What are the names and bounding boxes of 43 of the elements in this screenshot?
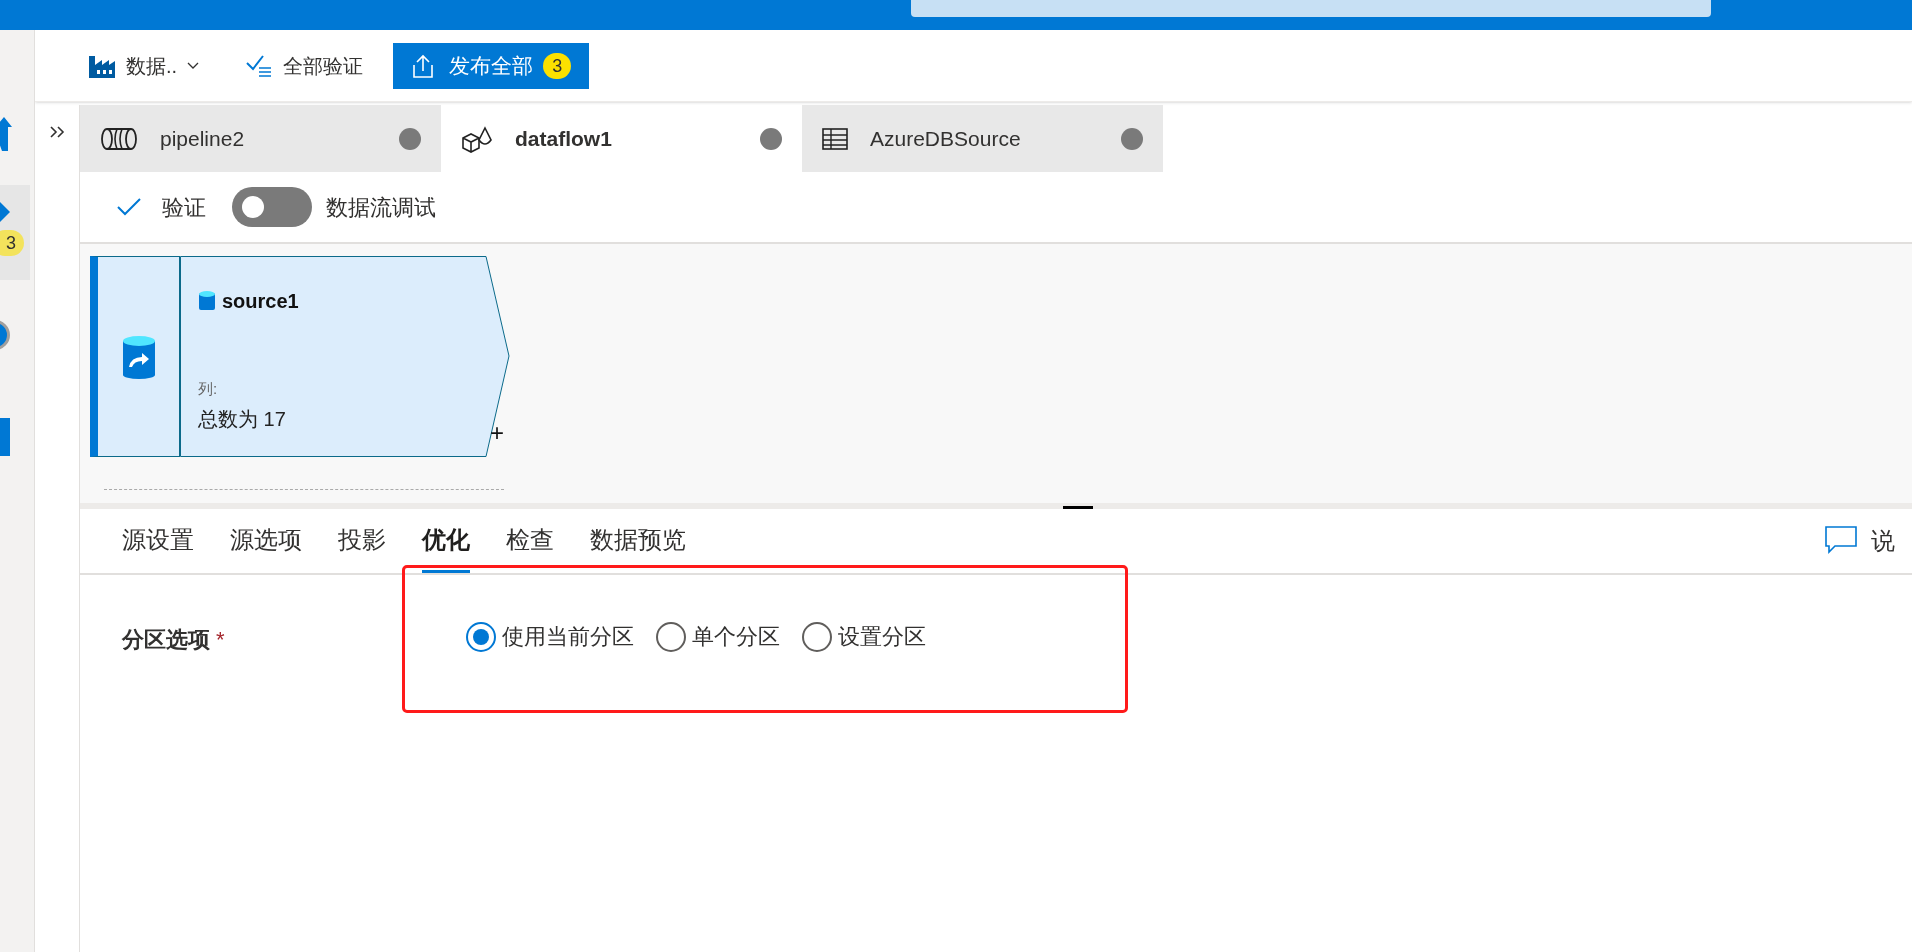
settings-tab[interactable]: 优化 bbox=[422, 509, 470, 573]
count-badge: 3 bbox=[0, 230, 24, 256]
validate-all-button[interactable]: 全部验证 bbox=[237, 45, 372, 86]
settings-tab[interactable]: 源设置 bbox=[122, 509, 194, 573]
count-badge: 3 bbox=[543, 52, 572, 79]
node-icon-panel[interactable] bbox=[90, 256, 180, 457]
sql-database-icon bbox=[198, 290, 216, 312]
document-tab[interactable]: pipeline2 bbox=[80, 105, 441, 172]
table-icon bbox=[822, 127, 848, 150]
field-label: 分区选项 bbox=[122, 626, 210, 654]
debug-toggle[interactable] bbox=[232, 187, 312, 227]
debug-label: 数据流调试 bbox=[326, 193, 436, 222]
upload-icon bbox=[411, 52, 436, 79]
source-node[interactable] bbox=[180, 256, 510, 457]
radio-label[interactable]: 单个分区 bbox=[692, 620, 780, 653]
settings-tab[interactable]: 检查 bbox=[506, 509, 554, 573]
settings-tab[interactable]: 源选项 bbox=[230, 509, 302, 573]
radio-label[interactable]: 使用当前分区 bbox=[502, 620, 634, 653]
validate-button[interactable]: 验证 bbox=[116, 190, 206, 224]
columns-value: 总数为 17 bbox=[198, 407, 286, 432]
document-tab[interactable]: AzureDBSource bbox=[802, 105, 1163, 172]
columns-label: 列: bbox=[198, 379, 218, 399]
check-icon bbox=[116, 197, 142, 217]
radio-label[interactable]: 设置分区 bbox=[838, 620, 926, 653]
double-chevron-icon bbox=[49, 125, 65, 139]
factory-dropdown[interactable]: 数据.. bbox=[80, 45, 208, 86]
radio-button[interactable] bbox=[656, 621, 686, 652]
settings-tab[interactable]: 投影 bbox=[338, 509, 386, 573]
resize-handle[interactable] bbox=[1063, 506, 1093, 509]
required-mark: * bbox=[216, 626, 225, 654]
comment-icon[interactable] bbox=[1825, 526, 1857, 556]
database-icon bbox=[121, 334, 156, 379]
chevron-down-icon bbox=[187, 61, 200, 70]
radio-button[interactable] bbox=[802, 621, 832, 652]
radio-button[interactable] bbox=[466, 621, 496, 652]
pipeline-icon bbox=[100, 126, 138, 151]
node-title: source1 bbox=[222, 289, 299, 314]
add-button[interactable]: + bbox=[490, 421, 504, 445]
search-field[interactable] bbox=[911, 0, 1711, 17]
comment-label[interactable]: 说 bbox=[1871, 523, 1895, 559]
publish-all-button[interactable]: 发布全部 3 bbox=[393, 42, 590, 89]
rail-item-background[interactable] bbox=[0, 185, 30, 280]
settings-tab[interactable]: 数据预览 bbox=[590, 509, 686, 573]
